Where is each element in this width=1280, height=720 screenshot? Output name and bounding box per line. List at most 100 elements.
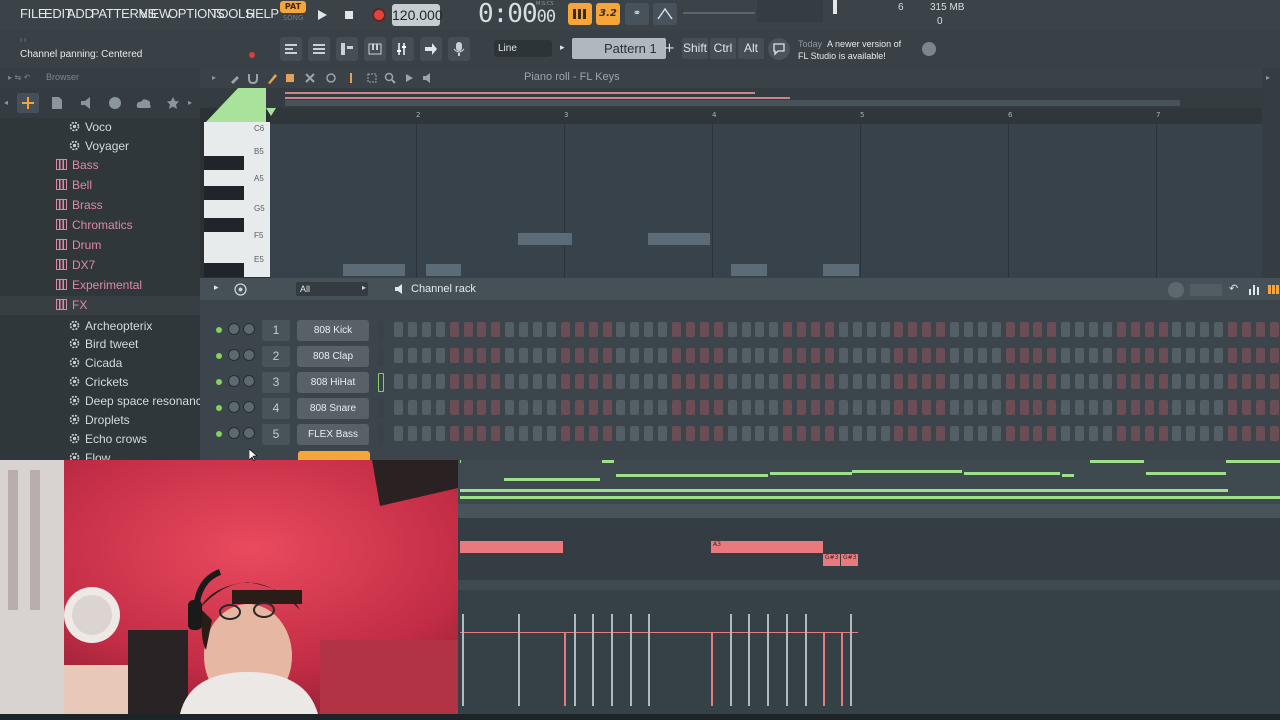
step-button[interactable] — [421, 348, 431, 363]
step-button[interactable] — [991, 400, 1001, 415]
step-button[interactable] — [1116, 322, 1126, 337]
shift-key-button[interactable]: Shift — [682, 38, 708, 59]
step-button[interactable] — [1255, 322, 1265, 337]
step-button[interactable] — [1200, 426, 1210, 441]
step-button[interactable] — [519, 374, 529, 389]
browser-plugin-crickets[interactable]: Crickets — [69, 375, 128, 389]
step-button[interactable] — [727, 400, 737, 415]
step-button[interactable] — [1033, 400, 1043, 415]
channel-mixer-track[interactable]: 2 — [262, 346, 290, 367]
step-button[interactable] — [894, 348, 904, 363]
channel-select-indicator[interactable] — [378, 399, 384, 418]
step-button[interactable] — [936, 400, 946, 415]
channel-select-indicator[interactable] — [378, 373, 384, 392]
step-button[interactable] — [560, 426, 570, 441]
news-panel[interactable]: Today A newer version of FL Studio is av… — [798, 38, 901, 62]
step-button[interactable] — [1241, 348, 1251, 363]
step-button[interactable] — [922, 374, 932, 389]
step-button[interactable] — [435, 322, 445, 337]
channel-mute-led[interactable] — [216, 431, 222, 437]
step-button[interactable] — [977, 374, 987, 389]
step-button[interactable] — [1144, 348, 1154, 363]
step-button[interactable] — [505, 426, 515, 441]
step-button[interactable] — [908, 322, 918, 337]
channel-pan-knob[interactable] — [228, 349, 240, 361]
step-button[interactable] — [394, 426, 403, 441]
swing-knob-icon[interactable] — [234, 283, 247, 296]
browser-plugin-archeopterix[interactable]: Archeopterix — [69, 319, 152, 333]
note-clip-a3[interactable]: A3 — [711, 541, 823, 553]
step-button[interactable] — [1214, 400, 1224, 415]
step-button[interactable] — [644, 348, 654, 363]
step-button[interactable] — [769, 348, 779, 363]
step-button[interactable] — [449, 426, 459, 441]
step-button[interactable] — [491, 348, 501, 363]
automation-segment[interactable] — [1062, 474, 1074, 477]
step-button[interactable] — [991, 426, 1001, 441]
step-button[interactable] — [1033, 374, 1043, 389]
step-button[interactable] — [852, 348, 862, 363]
step-button[interactable] — [838, 374, 848, 389]
step-button[interactable] — [533, 400, 542, 415]
step-button[interactable] — [394, 400, 403, 415]
step-button[interactable] — [449, 400, 459, 415]
pattern-arrow-icon[interactable]: ▸ — [560, 43, 565, 53]
piano-roll-toggle-button[interactable] — [364, 37, 386, 61]
step-button[interactable] — [783, 322, 793, 337]
piano-roll-ruler[interactable] — [270, 108, 1280, 124]
browser-folder-bell[interactable]: Bell — [56, 178, 92, 192]
globe-icon[interactable] — [922, 42, 936, 56]
step-button[interactable] — [505, 348, 515, 363]
step-button[interactable] — [1255, 400, 1265, 415]
step-button[interactable] — [602, 426, 612, 441]
step-button[interactable] — [477, 374, 487, 389]
typing-keyboard-button[interactable]: 3.2 — [596, 3, 620, 25]
step-button[interactable] — [394, 374, 403, 389]
step-button[interactable] — [560, 348, 570, 363]
automation-segment[interactable] — [602, 460, 614, 463]
channel-6-name-button[interactable] — [298, 451, 370, 460]
step-button[interactable] — [950, 374, 959, 389]
step-button[interactable] — [699, 426, 709, 441]
step-button[interactable] — [797, 322, 807, 337]
step-button[interactable] — [880, 400, 890, 415]
velocity-bar[interactable] — [805, 614, 807, 706]
step-button[interactable] — [866, 400, 876, 415]
step-button[interactable] — [811, 374, 820, 389]
browser-folder-fx[interactable]: FX — [56, 298, 87, 312]
step-button[interactable] — [936, 348, 946, 363]
step-button[interactable] — [1005, 400, 1015, 415]
step-button[interactable] — [1228, 322, 1237, 337]
playback-icon[interactable] — [403, 72, 415, 84]
step-button[interactable] — [588, 374, 598, 389]
rack-volume-knob[interactable] — [1168, 282, 1184, 298]
browser-tab-speaker[interactable] — [76, 93, 98, 113]
browser-scroll-left-icon[interactable]: ◂ — [4, 98, 8, 107]
step-button[interactable] — [407, 348, 417, 363]
step-button[interactable] — [1200, 374, 1210, 389]
step-button[interactable] — [435, 426, 445, 441]
note-clip[interactable] — [460, 541, 563, 553]
automation-segment[interactable] — [852, 470, 962, 473]
step-button[interactable] — [963, 322, 973, 337]
step-button[interactable] — [922, 400, 932, 415]
step-button[interactable] — [1089, 348, 1098, 363]
step-button[interactable] — [1200, 348, 1210, 363]
step-button[interactable] — [463, 426, 473, 441]
step-button[interactable] — [811, 322, 820, 337]
step-button[interactable] — [1255, 426, 1265, 441]
ghost-note[interactable] — [426, 264, 461, 276]
step-button[interactable] — [546, 322, 556, 337]
step-button[interactable] — [1005, 374, 1015, 389]
step-button[interactable] — [394, 322, 403, 337]
step-button[interactable] — [533, 374, 542, 389]
step-button[interactable] — [755, 374, 765, 389]
menu-file[interactable]: FILE — [20, 6, 47, 21]
step-button[interactable] — [672, 400, 681, 415]
browser-folder-drum[interactable]: Drum — [56, 238, 101, 252]
velocity-bar[interactable] — [730, 614, 732, 706]
step-button[interactable] — [797, 400, 807, 415]
browser-tab-all[interactable] — [17, 93, 39, 113]
step-button[interactable] — [519, 400, 529, 415]
step-button[interactable] — [713, 348, 723, 363]
